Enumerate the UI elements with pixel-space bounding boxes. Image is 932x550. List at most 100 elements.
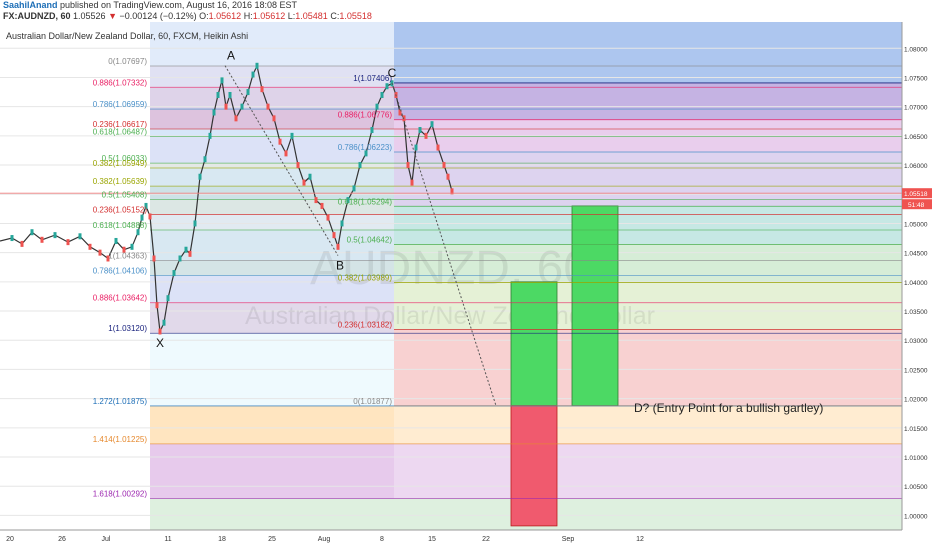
candle (284, 150, 288, 157)
price-tick-label: 1.05000 (904, 221, 928, 228)
time-tick-label: Sep (562, 536, 575, 543)
fib-level-label: 0.382(1.05639) (93, 177, 148, 186)
time-tick-label: 11 (164, 536, 171, 543)
open-value: 1.05612 (208, 11, 242, 21)
candle (98, 249, 102, 256)
time-tick-label: Jul (102, 536, 111, 543)
time-axis[interactable]: 20 26 Jul 11 18 25 Aug 8 15 22 Sep 12 (0, 529, 902, 543)
candle (20, 240, 24, 247)
candle (418, 127, 422, 134)
candle (188, 250, 192, 257)
fib-level-label: 0(1.07697) (108, 57, 147, 66)
price-axis[interactable]: 1.08000 1.07500 1.07000 1.06500 1.06000 1.055… (901, 22, 932, 550)
candle (436, 144, 440, 151)
candle (136, 229, 140, 236)
candle (380, 91, 384, 98)
high-value: 1.05612 (252, 11, 286, 21)
target-box-1 (510, 281, 558, 407)
close-value: 1.05518 (339, 11, 372, 21)
candle (302, 179, 306, 186)
candle (40, 236, 44, 243)
close-label: C: (330, 11, 340, 21)
candle (332, 232, 336, 239)
candle (442, 162, 446, 169)
entry-point-annotation: D? (Entry Point for a bullish gartley) (634, 401, 823, 415)
target-box-2 (571, 205, 619, 407)
fib-level-label: 0.886(1.03642) (93, 294, 148, 303)
price-tick-label: 1.07000 (904, 105, 928, 112)
candle (234, 115, 238, 122)
fib-level-label: 0.786(1.04106) (93, 267, 148, 276)
candle (296, 162, 300, 169)
price-chart[interactable]: AUDNZD, 60 Australian Dollar/New Zealand… (0, 22, 932, 550)
point-label-a: A (227, 49, 235, 63)
last-price-tag-label: 1.05518 (904, 191, 928, 198)
fib-level-label: 1.414(1.01225) (93, 435, 148, 444)
candle (208, 132, 212, 139)
price-tick-label: 1.02500 (904, 367, 928, 374)
time-tick-label: 15 (428, 536, 436, 543)
low-value: 1.05481 (295, 11, 328, 21)
time-tick-label: 25 (268, 536, 276, 543)
time-tick-label: Aug (318, 536, 331, 543)
candle (266, 103, 270, 110)
candle (140, 214, 144, 221)
candle (326, 214, 330, 221)
fib-level-label: 0.618(1.06487) (93, 128, 148, 137)
bc-zone (394, 152, 902, 207)
candle (10, 235, 14, 242)
bc-level-label: 0.618(1.05294) (338, 197, 393, 206)
bc-level-label: 0.382(1.03989) (338, 273, 393, 282)
price-tick-label: 1.03500 (904, 309, 928, 316)
candle (290, 132, 294, 139)
price-tick-label: 1.06500 (904, 134, 928, 141)
fib-level-label: 0.618(1.04888) (93, 221, 148, 230)
candle (114, 237, 118, 244)
candle (308, 173, 312, 180)
candle (152, 255, 156, 262)
author-link[interactable]: SaahilAnand (3, 0, 58, 10)
high-label: H: (243, 11, 253, 21)
price-tick-label: 1.00500 (904, 484, 928, 491)
candle (260, 86, 264, 93)
fib-level-label: 1.618(1.00292) (93, 489, 148, 498)
candle (406, 162, 410, 169)
candle (255, 62, 259, 69)
candle (358, 162, 362, 169)
symbol-label: FX:AUDNZD, 60 (3, 11, 71, 21)
candle (172, 270, 176, 277)
candle (340, 220, 344, 227)
fib-level-label: 1(1.04363) (108, 252, 147, 261)
ohlc-line: FX:AUDNZD, 60 1.05526 ▼ −0.00124 (−0.12%… (3, 11, 372, 22)
price-tick-label: 1.01500 (904, 426, 928, 433)
fib-level-label: 0.5(1.05408) (102, 191, 148, 200)
candle (314, 197, 318, 204)
time-tick-label: 22 (482, 536, 490, 543)
time-tick-label: 26 (58, 536, 66, 543)
candle (278, 138, 282, 145)
time-tick-label: 20 (6, 536, 14, 543)
candle (375, 103, 379, 110)
candle (228, 91, 232, 98)
chart-header: SaahilAnand published on TradingView.com… (0, 0, 932, 22)
countdown-label: 51:48 (908, 202, 925, 209)
price-tick-label: 1.08000 (904, 46, 928, 53)
fib-level-label: 0.236(1.05152) (93, 206, 148, 215)
candle (224, 103, 228, 110)
candle (212, 109, 216, 116)
candle (53, 232, 57, 239)
fib-level-label: 1.272(1.01875) (93, 397, 148, 406)
candle (158, 328, 162, 335)
bc-top-zone (394, 22, 902, 83)
bc-zone (394, 329, 902, 406)
candle (272, 115, 276, 122)
candle (198, 173, 202, 180)
fib-level-label: 0.382(1.05949) (93, 159, 148, 168)
price-tick-label: 1.07500 (904, 75, 928, 82)
bc-level-label: 0.236(1.03182) (338, 321, 393, 330)
bc-zone (394, 82, 902, 120)
price-tick-label: 1.06000 (904, 163, 928, 170)
bc-level-label: 0.5(1.04642) (347, 235, 393, 244)
point-label-x: X (156, 336, 164, 350)
candle (78, 233, 82, 240)
